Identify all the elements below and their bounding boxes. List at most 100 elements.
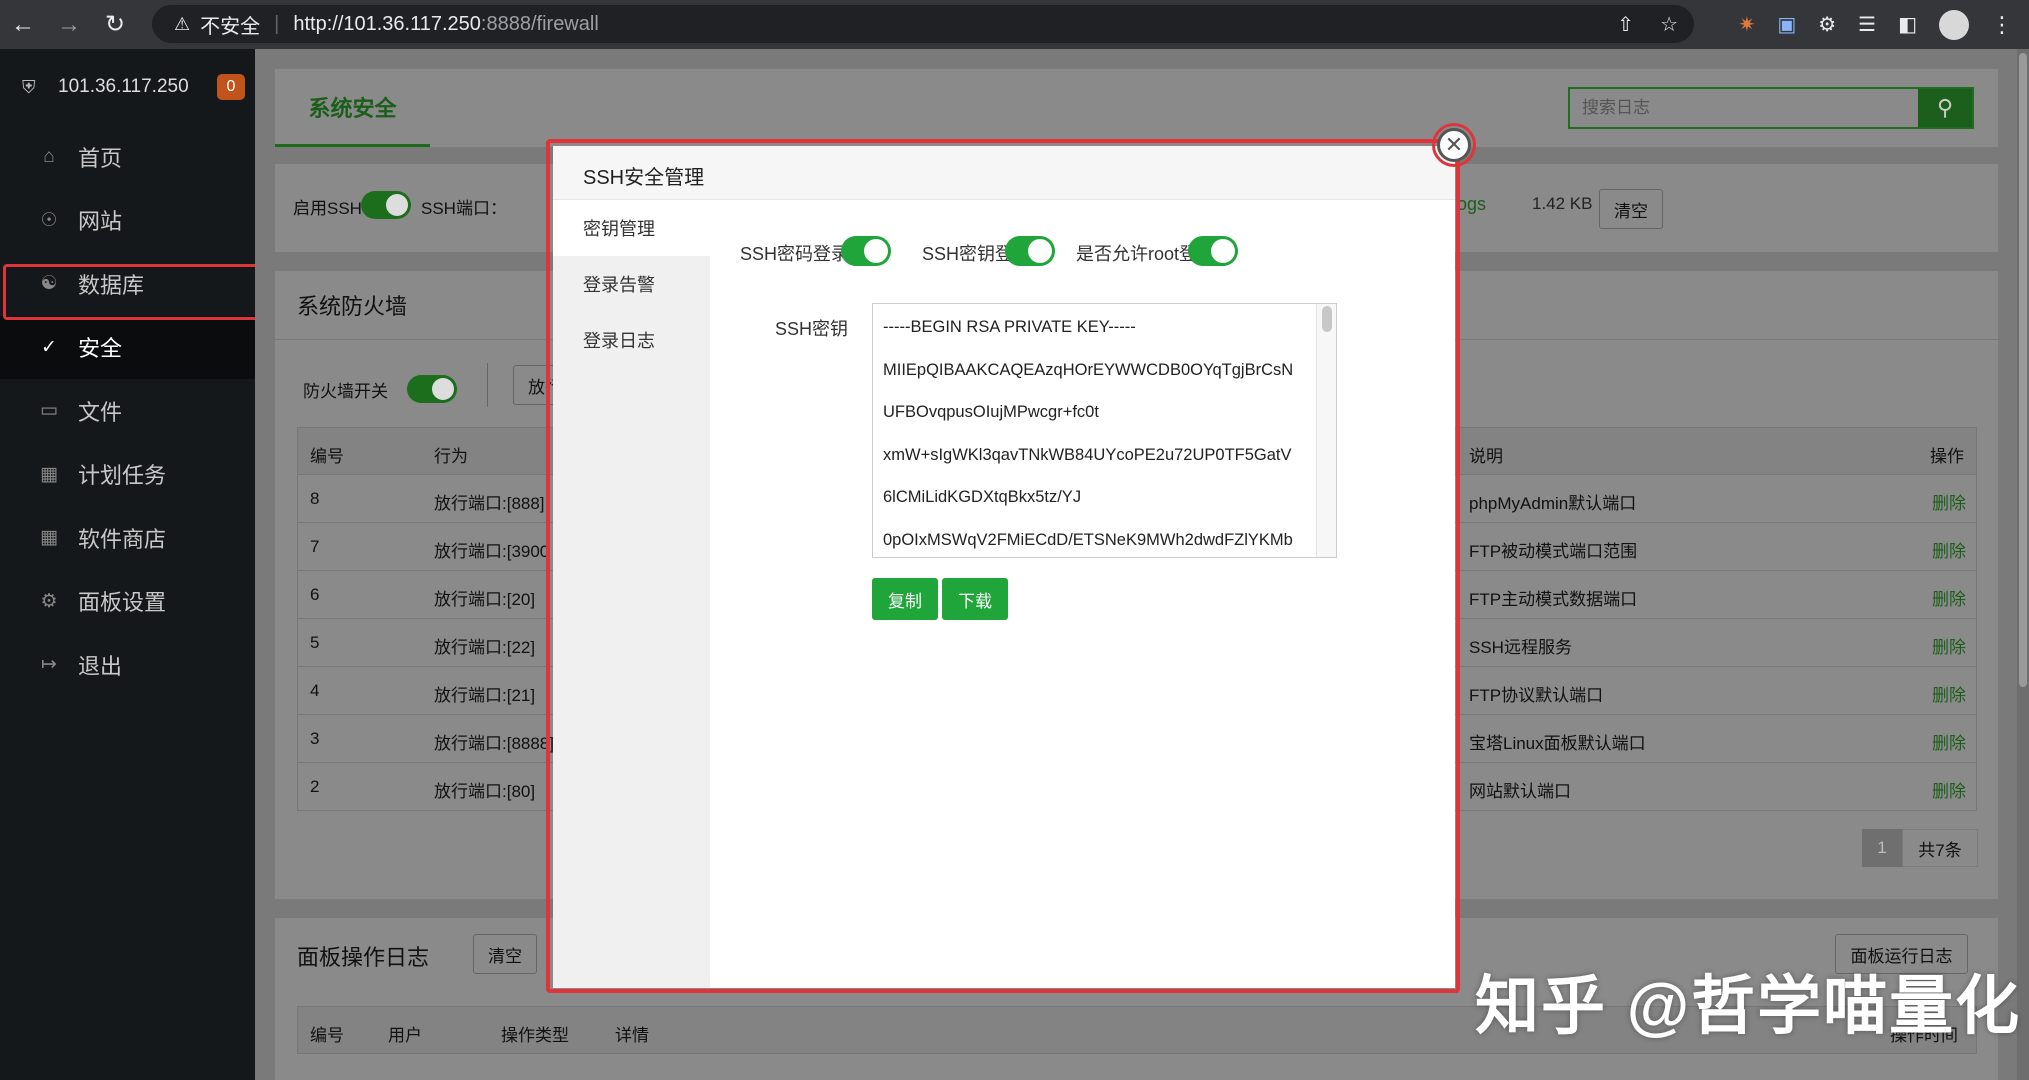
back-icon[interactable]: ← <box>0 0 46 49</box>
key-line: xmW+sIgWKl3qavTNkWB84UYcoPE2u72UP0TF5Gat… <box>883 446 1292 464</box>
delete-link[interactable]: 删除 <box>1932 489 1966 514</box>
sidebar-header: ⛨ 101.36.117.250 0 <box>0 49 255 125</box>
row-desc: 网站默认端口 <box>1469 782 1571 801</box>
browser-menu-icon[interactable]: ⋮ <box>1991 12 2013 38</box>
modal-title: SSH安全管理 <box>583 167 705 189</box>
forward-icon[interactable]: → <box>46 0 92 49</box>
share-icon[interactable]: ⇧ <box>1617 12 1634 37</box>
bookmark-star-icon[interactable]: ☆ <box>1660 12 1678 37</box>
sidebar-item-database[interactable]: ☯ 数据库 <box>0 252 255 316</box>
enable-ssh-toggle[interactable] <box>361 191 411 219</box>
password-login-toggle[interactable] <box>841 236 891 266</box>
root-login-toggle[interactable] <box>1188 236 1238 266</box>
ssh-port-label: SSH端口： <box>421 199 507 218</box>
clear-panel-log-button[interactable]: 清空 <box>473 934 537 974</box>
delete-link[interactable]: 删除 <box>1932 777 1966 802</box>
modal-header: SSH安全管理 <box>553 146 1455 200</box>
sidebar-item-logout[interactable]: ↦ 退出 <box>0 633 255 697</box>
browser-toolbar: ← → ↻ ⚠ 不安全 | http://101.36.117.250 :888… <box>0 0 2029 49</box>
page-scrollbar[interactable] <box>2017 49 2029 1080</box>
ssh-key-textarea[interactable]: -----BEGIN RSA PRIVATE KEY----- MIIEpQIB… <box>872 303 1337 558</box>
globe-icon: ☉ <box>40 209 58 231</box>
address-separator: | <box>274 12 280 35</box>
sidebar-item-store[interactable]: ▦ 软件商店 <box>0 506 255 570</box>
delete-link[interactable]: 删除 <box>1932 537 1966 562</box>
delete-link[interactable]: 删除 <box>1932 585 1966 610</box>
row-desc: FTP被动模式端口范围 <box>1469 542 1638 561</box>
enable-ssh-label: 启用SSH <box>293 199 362 218</box>
logout-icon: ↦ <box>41 654 57 676</box>
page-number[interactable]: 1 <box>1862 829 1902 867</box>
clear-logs-button[interactable]: 清空 <box>1599 189 1663 229</box>
reading-list-icon[interactable]: ☰ <box>1858 12 1876 37</box>
insecure-label: 不安全 <box>200 15 261 38</box>
extension-orange-icon[interactable]: ✷ <box>1739 12 1756 37</box>
shield-icon: ✓ <box>41 336 57 358</box>
col-action: 行为 <box>434 447 468 466</box>
sidebar-item-files[interactable]: ▭ 文件 <box>0 379 255 443</box>
col-id: 编号 <box>310 1026 344 1045</box>
logs-link[interactable]: ogs <box>1457 194 1486 215</box>
firewall-title: 系统防火墙 <box>297 294 408 319</box>
col-type: 操作类型 <box>501 1026 569 1045</box>
sidebar-item-settings[interactable]: ⚙ 面板设置 <box>0 570 255 634</box>
key-scrollbar[interactable] <box>1316 304 1336 557</box>
sidebar-item-website[interactable]: ☉ 网站 <box>0 189 255 253</box>
sidebar-item-home[interactable]: ⌂ 首页 <box>0 125 255 189</box>
total-count: 共7条 <box>1902 829 1978 867</box>
close-icon[interactable]: ✕ <box>1437 128 1471 162</box>
profile-avatar[interactable] <box>1939 9 1969 40</box>
col-desc: 说明 <box>1469 447 1503 466</box>
server-ip: 101.36.117.250 <box>58 76 189 97</box>
tab-login-alert[interactable]: 登录告警 <box>553 256 710 312</box>
search-input[interactable] <box>1570 89 1918 127</box>
delete-link[interactable]: 删除 <box>1932 633 1966 658</box>
modal-body: SSH密码登录 SSH密钥登录 是否允许root登录 SSH密钥 -----BE… <box>710 200 1455 988</box>
key-login-toggle[interactable] <box>1005 236 1055 266</box>
key-line: UFBOvqpusOIujMPwcgr+fc0t <box>883 403 1099 421</box>
copy-button[interactable]: 复制 <box>872 578 938 620</box>
row-action: 放行端口:[21] <box>434 686 536 705</box>
firewall-switch-label: 防火墙开关 <box>303 382 388 401</box>
log-search: ⚲ <box>1568 87 1974 129</box>
download-button[interactable]: 下载 <box>942 578 1008 620</box>
sidebar-item-security[interactable]: ✓ 安全 <box>0 315 255 379</box>
key-line: MIIEpQIBAAKCAQEAzqHOrEYWWCDB0OYqTgjBrCsN <box>883 361 1294 379</box>
col-user: 用户 <box>388 1026 422 1045</box>
notification-badge[interactable]: 0 <box>217 74 245 100</box>
key-scrollbar-thumb[interactable] <box>1322 306 1332 332</box>
tab-key-management[interactable]: 密钥管理 <box>553 200 710 256</box>
url-host: http://101.36.117.250 <box>293 12 481 35</box>
sidebar-item-label: 软件商店 <box>78 526 167 552</box>
sidebar-item-label: 安全 <box>78 336 123 362</box>
delete-link[interactable]: 删除 <box>1932 681 1966 706</box>
watermark: 知乎 @哲学喵量化 <box>1475 970 2022 1042</box>
search-icon[interactable]: ⚲ <box>1918 89 1972 127</box>
scrollbar-thumb[interactable] <box>2019 53 2027 687</box>
ssh-security-modal: SSH安全管理 密钥管理 登录告警 登录日志 SSH密码登录 SSH密钥登录 是… <box>553 146 1455 988</box>
side-panel-icon[interactable]: ◧ <box>1898 12 1917 37</box>
tab-login-log[interactable]: 登录日志 <box>553 312 710 368</box>
sidebar-item-label: 首页 <box>78 145 123 171</box>
warning-icon: ⚠ <box>174 13 191 34</box>
puzzle-extensions-icon[interactable]: ⚙ <box>1818 12 1836 37</box>
tab-system-security[interactable]: 系统安全 <box>275 69 430 147</box>
gear-icon: ⚙ <box>40 590 58 612</box>
row-id: 8 <box>310 489 320 508</box>
firewall-toggle[interactable] <box>407 375 457 403</box>
sidebar-item-cron[interactable]: ▦ 计划任务 <box>0 443 255 507</box>
ssh-key-label: SSH密钥 <box>775 319 849 339</box>
modal-tabs: 密钥管理 登录告警 登录日志 <box>553 200 710 988</box>
sidebar-item-label: 网站 <box>78 209 123 235</box>
reload-icon[interactable]: ↻ <box>92 0 138 49</box>
delete-link[interactable]: 删除 <box>1932 729 1966 754</box>
password-login-label: SSH密码登录 <box>740 244 850 264</box>
add-rule-button[interactable]: 放行 <box>513 365 557 405</box>
extension-cursor-icon[interactable]: ▣ <box>1777 12 1796 37</box>
calendar-icon: ▦ <box>40 463 58 485</box>
key-line: -----BEGIN RSA PRIVATE KEY----- <box>883 318 1136 336</box>
address-bar[interactable]: ⚠ 不安全 | http://101.36.117.250 :8888/fire… <box>152 5 1694 43</box>
key-line: 6lCMiLidKGDXtqBkx5tz/YJ <box>883 488 1082 506</box>
row-action: 放行端口:[22] <box>434 638 536 657</box>
row-desc: SSH远程服务 <box>1469 638 1572 657</box>
